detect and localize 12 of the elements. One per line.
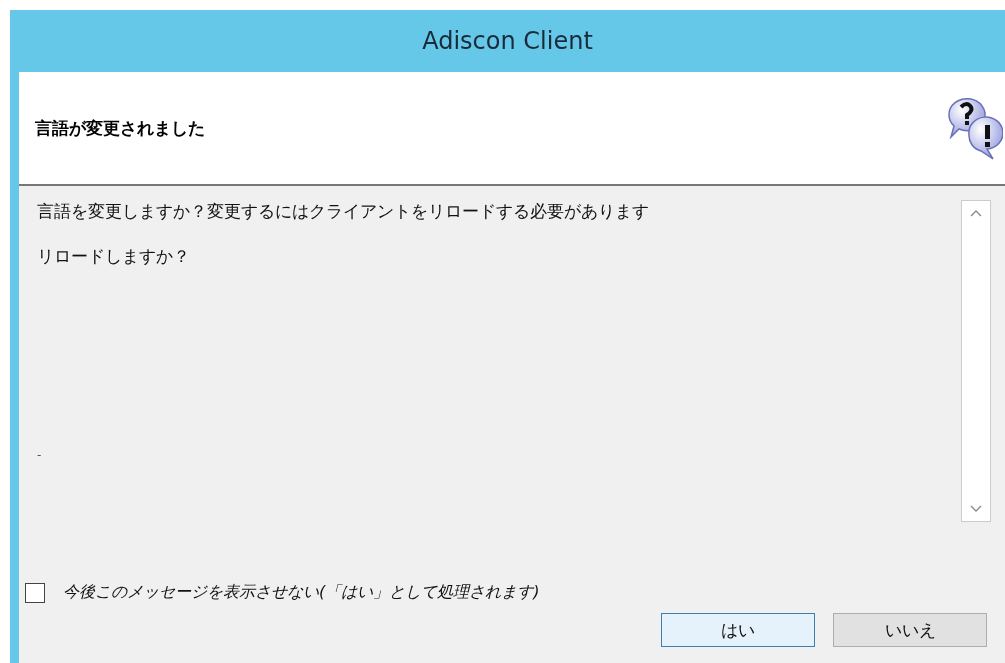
scrollbar[interactable] [961,200,991,522]
checkbox[interactable] [25,582,45,603]
scroll-up-icon[interactable] [970,209,982,217]
scroll-down-icon[interactable] [970,505,982,513]
message-text: リロードしますか？ [37,245,191,268]
yes-button[interactable]: はい [661,613,815,647]
message-text: 言語を変更しますか？変更するにはクライアントをリロードする必要があります [37,200,650,223]
no-button[interactable]: いいえ [833,613,987,647]
window-title: Adiscon Client [422,27,593,55]
header-title: 言語が変更されました [35,116,205,140]
dash-mark: - [37,448,42,462]
checkbox-label: 今後このメッセージを表示させない(「はい」として処理されます) [63,582,540,603]
